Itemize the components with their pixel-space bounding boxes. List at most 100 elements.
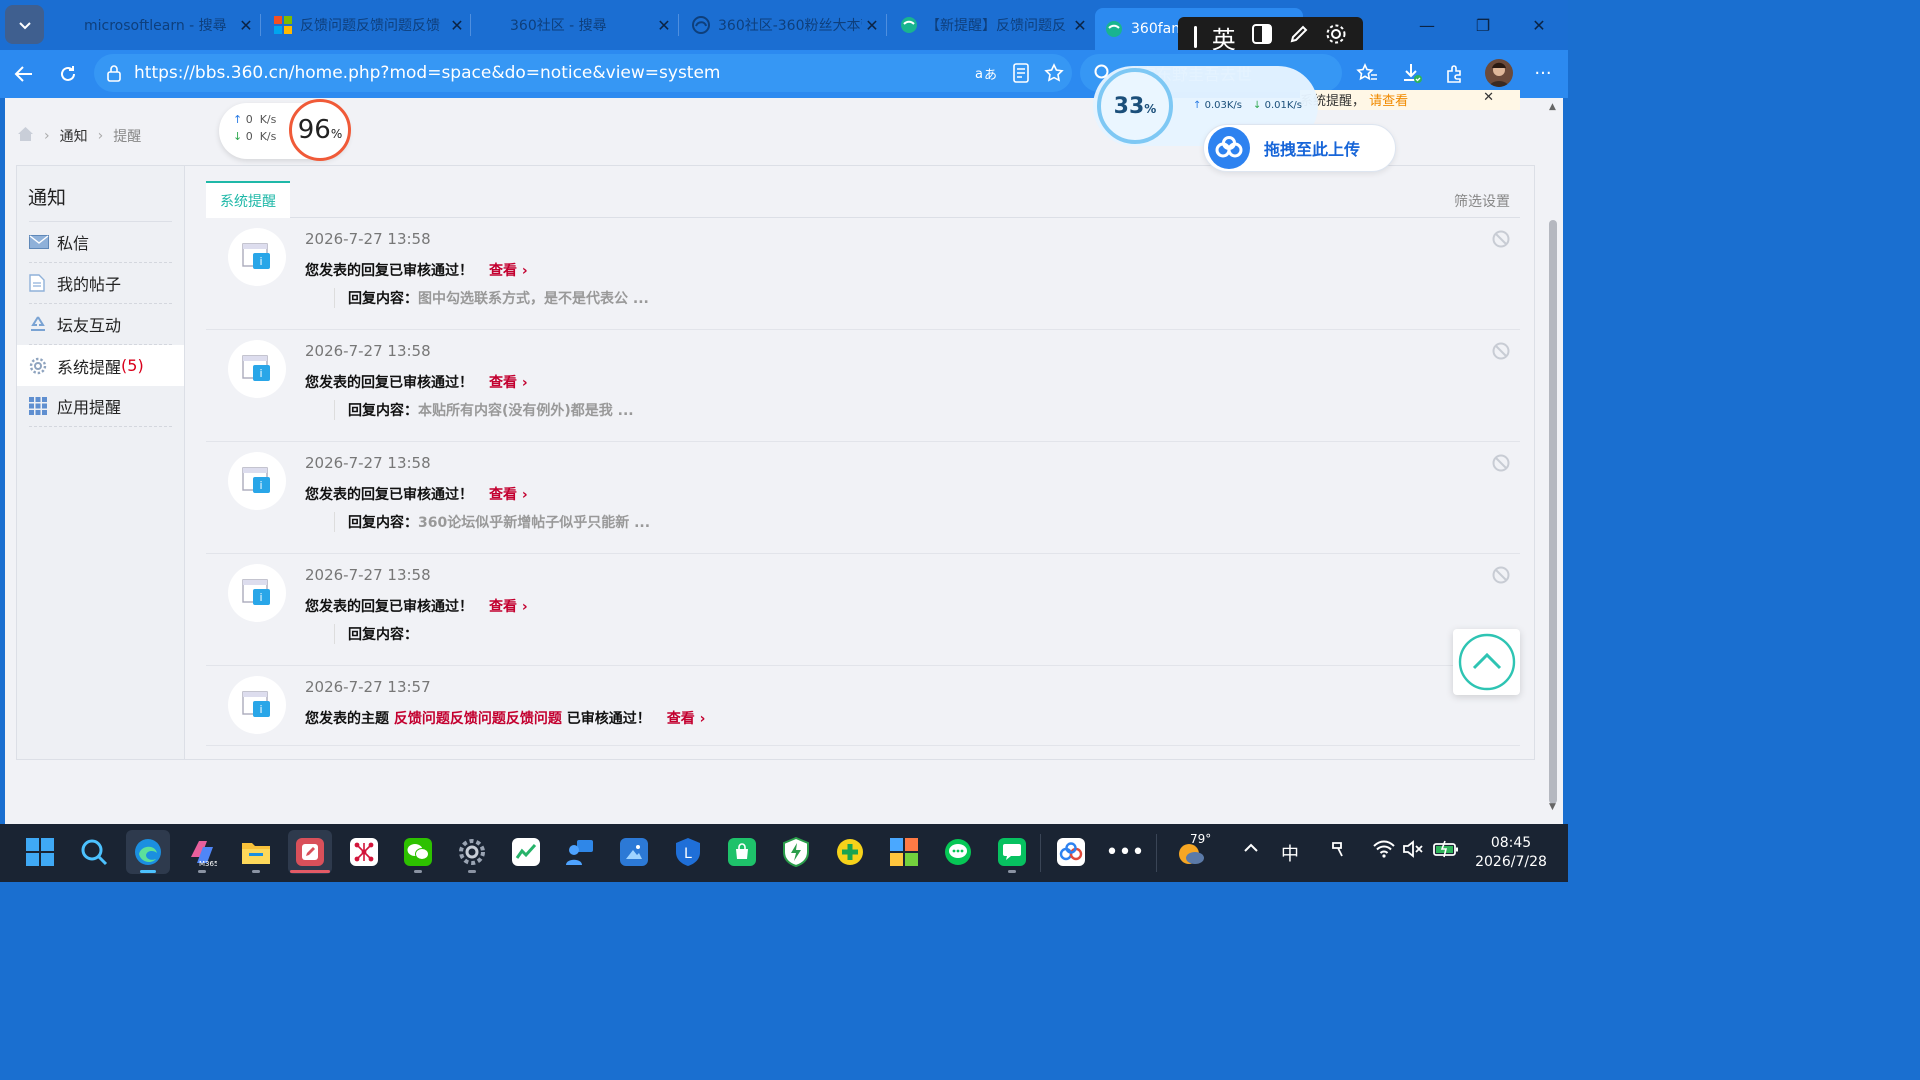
taskbar-wechat[interactable] [396,830,440,874]
360-logo-icon [900,16,918,34]
ignore-notice-icon[interactable] [1492,566,1510,588]
browser-tab-4[interactable]: 360社区-360粉丝大本营 ✕ [682,8,882,42]
chevron-up-icon[interactable] [1243,840,1259,861]
start-button[interactable] [18,830,62,874]
weather-temperature: 79° [1190,832,1212,846]
page-scrollbar[interactable]: ▲ ▼ [1546,98,1563,818]
shield-bolt-icon [783,837,809,867]
taskbar-360-security[interactable] [774,830,818,874]
view-link[interactable]: 查看 › [489,599,528,615]
tab-actions-button[interactable] [5,5,44,44]
view-link[interactable]: 查看 › [667,711,706,727]
speaker-muted-icon[interactable] [1402,840,1424,863]
cpu-download-speed: ↓ 0.01K/s [1253,100,1302,111]
handwriting-icon[interactable] [1288,23,1310,51]
taskbar-settings[interactable] [450,830,494,874]
view-link[interactable]: 查看 › [489,263,528,279]
tab-system-notices[interactable]: 系统提醒 [206,181,290,218]
taskbar-app-mosaic[interactable] [882,830,926,874]
sidebar-item-app-notices[interactable]: 应用提醒 [29,386,172,427]
address-bar[interactable]: https://bbs.360.cn/home.php?mod=space&do… [94,54,1072,92]
sidebar-item-label: 坛友互动 [57,316,122,335]
taskbar-app-photos[interactable] [612,830,656,874]
restore-button[interactable]: ❐ [1468,10,1498,40]
close-tab-icon[interactable]: ✕ [236,16,256,35]
favorites-icon[interactable] [1356,62,1378,84]
view-link[interactable]: 查看 › [489,375,528,391]
notice-message: 您发表的回复已审核通过！ 查看 › [305,596,528,616]
close-tab-icon[interactable]: ✕ [654,16,674,35]
svg-text:i: i [260,591,263,604]
browser-tab-1[interactable]: microsoftlearn - 搜尋 ✕ [48,8,256,42]
notification-link[interactable]: 请查看 [1369,94,1408,109]
taskbar-line[interactable] [936,830,980,874]
home-icon[interactable] [17,126,34,146]
close-tab-icon[interactable]: ✕ [862,16,882,35]
downloads-icon[interactable] [1401,62,1423,84]
taskbar-app-network[interactable] [342,830,386,874]
notice-reply-quote: 回复内容： [334,624,418,644]
extensions-icon[interactable] [1445,62,1467,84]
half-full-width-icon[interactable] [1251,23,1273,51]
avatar[interactable] [1485,59,1513,87]
taskbar-app-chart[interactable] [504,830,548,874]
taskbar-messages[interactable] [990,830,1034,874]
scrollbar-thumb[interactable] [1549,220,1557,804]
gear-icon[interactable] [1325,23,1347,51]
minimize-button[interactable]: — [1412,10,1442,40]
network-speed-widget[interactable]: ↑ 0 K/s ↓ 0 K/s 96% [219,99,351,161]
battery-charging-icon[interactable] [1433,840,1459,863]
drag-upload-button[interactable]: 拖拽至此上传 [1203,124,1396,172]
taskbar-360-guard[interactable] [828,830,872,874]
back-button[interactable] [8,58,40,90]
back-to-top-button[interactable] [1453,629,1520,695]
taskbar-m365[interactable]: M365 [180,830,224,874]
topic-link[interactable]: 反馈问题反馈问题反馈问题 [394,711,562,727]
filter-settings-link[interactable]: 筛选设置 [1454,191,1510,211]
scroll-down-arrow[interactable]: ▼ [1549,802,1556,812]
reader-mode-icon[interactable] [1010,62,1032,84]
close-window-button[interactable]: ✕ [1524,10,1554,40]
ime-mode-icon[interactable] [1330,840,1346,863]
view-link[interactable]: 查看 › [489,487,528,503]
taskbar-notes-app[interactable] [288,830,332,874]
scroll-up-arrow[interactable]: ▲ [1549,102,1556,112]
unread-count-badge: (5) [121,356,144,375]
weather-widget[interactable]: 79° [1176,832,1211,872]
close-tab-icon[interactable]: ✕ [1070,16,1090,35]
taskbar-cloud-drive[interactable] [1049,830,1093,874]
browser-tab-3[interactable]: 360社区 - 搜尋 ✕ [474,8,674,42]
browser-tab-5[interactable]: 【新提醒】反馈问题反 ✕ [890,8,1090,42]
svg-text:あ: あ [984,68,997,83]
taskbar-file-explorer[interactable] [234,830,278,874]
taskbar-app-meeting[interactable] [558,830,602,874]
ignore-notice-icon[interactable] [1492,342,1510,364]
taskbar-search[interactable] [72,830,116,874]
translate-icon[interactable]: aあ [975,62,997,84]
sidebar-item-interactions[interactable]: 坛友互动 [29,304,172,345]
taskbar-app-shopping[interactable] [720,830,764,874]
taskbar-app-lenovo[interactable]: L [666,830,710,874]
close-tab-icon[interactable]: ✕ [447,16,467,35]
input-language-indicator[interactable]: 中 [1281,840,1299,866]
refresh-button[interactable] [52,58,84,90]
wifi-icon[interactable] [1373,840,1395,863]
close-icon[interactable]: ✕ [1483,90,1494,105]
lock-icon[interactable] [106,64,122,87]
taskbar-more-apps[interactable]: ••• [1103,830,1147,874]
clock-time: 08:45 [1490,835,1532,851]
drag-handle[interactable] [1193,26,1197,48]
ignore-notice-icon[interactable] [1492,230,1510,252]
ignore-notice-icon[interactable] [1492,454,1510,476]
sidebar-item-private-messages[interactable]: 私信 [29,222,172,263]
breadcrumb-notice-link[interactable]: 通知 [60,126,88,146]
more-menu-icon[interactable]: ··· [1532,62,1554,84]
sidebar-item-system-notices[interactable]: 系统提醒 (5) [17,345,184,386]
tab-divider [678,14,679,36]
system-clock[interactable]: 08:45 2026/7/28 [1474,834,1548,872]
sidebar-item-my-posts[interactable]: 我的帖子 [29,263,172,304]
taskbar-edge[interactable] [126,830,170,874]
favorite-star-icon[interactable] [1043,62,1065,84]
running-indicator [140,870,156,873]
browser-tab-2[interactable]: 反馈问题反馈问题反馈 ✕ [264,8,467,42]
